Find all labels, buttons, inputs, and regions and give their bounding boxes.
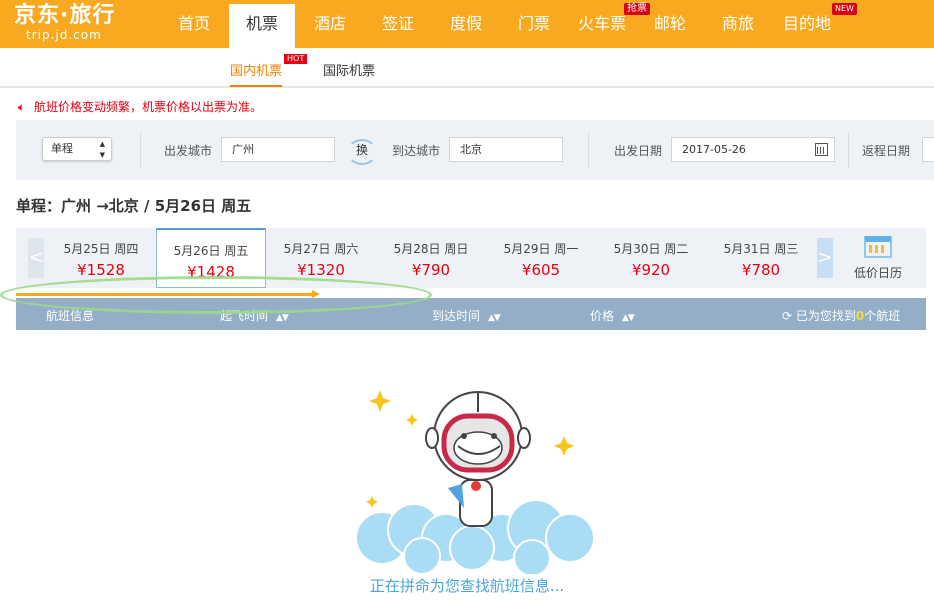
divider — [140, 132, 141, 168]
nav-tickets[interactable]: 门票 — [512, 0, 556, 48]
jd-travel-logo[interactable]: 京东·旅行 trip.jd.com — [14, 3, 116, 43]
found-prefix: 已为您找到 — [795, 309, 856, 323]
speaker-icon: 🔈︎ — [18, 100, 26, 114]
divider — [848, 132, 849, 168]
depart-date-label: 出发日期 — [614, 144, 663, 158]
nav-visa[interactable]: 签证 — [376, 0, 420, 48]
nav-hotels[interactable]: 酒店 — [308, 0, 352, 48]
to-city-input[interactable]: 北京 — [449, 137, 563, 162]
logo-cn: 京东·旅行 — [14, 3, 116, 28]
nav-flights[interactable]: 机票 — [229, 4, 295, 48]
date-label: 5月26日 周五 — [173, 244, 249, 258]
date-label: 5月30日 周二 — [613, 242, 689, 256]
price-notice: 🔈︎ 航班价格变动频繁，机票价格以出票为准。 — [18, 98, 262, 115]
date-cell[interactable]: 5月28日 周日 ¥790 — [376, 228, 486, 288]
logo-en: trip.jd.com — [26, 28, 102, 42]
from-city-input[interactable]: 广州 — [221, 137, 335, 162]
notice-text: 航班价格变动频繁，机票价格以出票为准。 — [34, 100, 263, 114]
top-nav-bar: 京东·旅行 trip.jd.com 首页 机票 酒店 签证 度假 门票 火车票 … — [0, 0, 934, 48]
annotation-ellipse — [0, 276, 432, 314]
trip-type-value: 单程 — [51, 142, 73, 155]
arrive-time-label: 到达时间 — [432, 309, 481, 323]
date-price: ¥605 — [521, 261, 561, 279]
date-label: 5月29日 周一 — [503, 242, 579, 256]
sub-nav: 国内机票 国际机票 — [0, 48, 934, 88]
select-arrows-icon: ▲ ▼ — [99, 140, 105, 159]
nav-business[interactable]: 商旅 — [716, 0, 760, 48]
loading-text: 正在拼命为您查找航班信息... — [369, 577, 565, 595]
sort-icon: ▲▼ — [488, 313, 501, 323]
calendar-icon[interactable] — [815, 143, 828, 156]
from-city-label: 出发城市 — [164, 144, 213, 158]
results-count: ⟳ 已为您找到0个航班 — [782, 307, 900, 324]
price-label: 价格 — [590, 309, 615, 323]
prev-dates-button[interactable]: < — [28, 238, 44, 278]
to-city-label: 到达城市 — [392, 144, 441, 158]
date-price: ¥790 — [411, 261, 451, 279]
new-badge: NEW — [832, 3, 857, 15]
date-label: 5月28日 周日 — [393, 242, 469, 256]
swap-label: 换 — [355, 143, 368, 157]
tab-domestic-flights[interactable]: 国内机票 — [230, 60, 283, 87]
date-cell[interactable]: 5月29日 周一 ¥605 — [486, 228, 596, 288]
calendar-icon — [864, 236, 892, 258]
depart-date-value: 2017-05-26 — [682, 143, 746, 156]
sort-arrive-time[interactable]: 到达时间 ▲▼ — [432, 307, 501, 324]
nav-home[interactable]: 首页 — [172, 0, 216, 48]
nav-cruise[interactable]: 邮轮 — [648, 0, 692, 48]
hot-badge: HOT — [284, 54, 308, 64]
route-title: 单程：广州 →北京 / 5月26日 周五 — [16, 197, 252, 215]
return-date-label: 返程日期 — [862, 144, 911, 158]
divider — [588, 132, 589, 168]
astronaut-loading-illustration — [355, 390, 595, 574]
low-price-calendar-button[interactable]: 低价日历 — [848, 236, 908, 281]
sort-icon: ▲▼ — [276, 313, 289, 323]
next-dates-button[interactable]: > — [817, 238, 833, 278]
sort-price[interactable]: 价格 ▲▼ — [590, 307, 635, 324]
tab-international-flights[interactable]: 国际机票 — [323, 60, 375, 79]
date-label: 5月27日 周六 — [283, 242, 359, 256]
trip-type-select[interactable]: 单程 ▲ ▼ — [42, 137, 112, 161]
train-badge: 抢票 — [624, 3, 650, 15]
return-date-input[interactable] — [922, 137, 934, 162]
date-price: ¥780 — [741, 261, 781, 279]
date-label: 5月25日 周四 — [63, 242, 139, 256]
date-price: ¥920 — [631, 261, 671, 279]
date-cell[interactable]: 5月30日 周二 ¥920 — [596, 228, 706, 288]
low-price-calendar-label: 低价日历 — [853, 266, 902, 280]
sort-icon: ▲▼ — [622, 313, 635, 323]
found-suffix: 个航班 — [864, 309, 901, 323]
depart-date-input[interactable]: 2017-05-26 — [671, 137, 835, 162]
found-count: 0 — [855, 309, 865, 323]
nav-vacation[interactable]: 度假 — [444, 0, 488, 48]
search-bar: 单程 ▲ ▼ 出发城市 广州 换 到达城市 北京 出发日期 2017-05-26 … — [16, 120, 934, 180]
date-label: 5月31日 周三 — [723, 242, 799, 256]
nav-train[interactable]: 火车票 — [574, 0, 630, 48]
date-cell[interactable]: 5月31日 周三 ¥780 — [706, 228, 816, 288]
refresh-icon[interactable]: ⟳ — [782, 309, 792, 323]
nav-destination[interactable]: 目的地 — [780, 0, 834, 48]
swap-cities-button[interactable]: 换 — [347, 137, 377, 165]
